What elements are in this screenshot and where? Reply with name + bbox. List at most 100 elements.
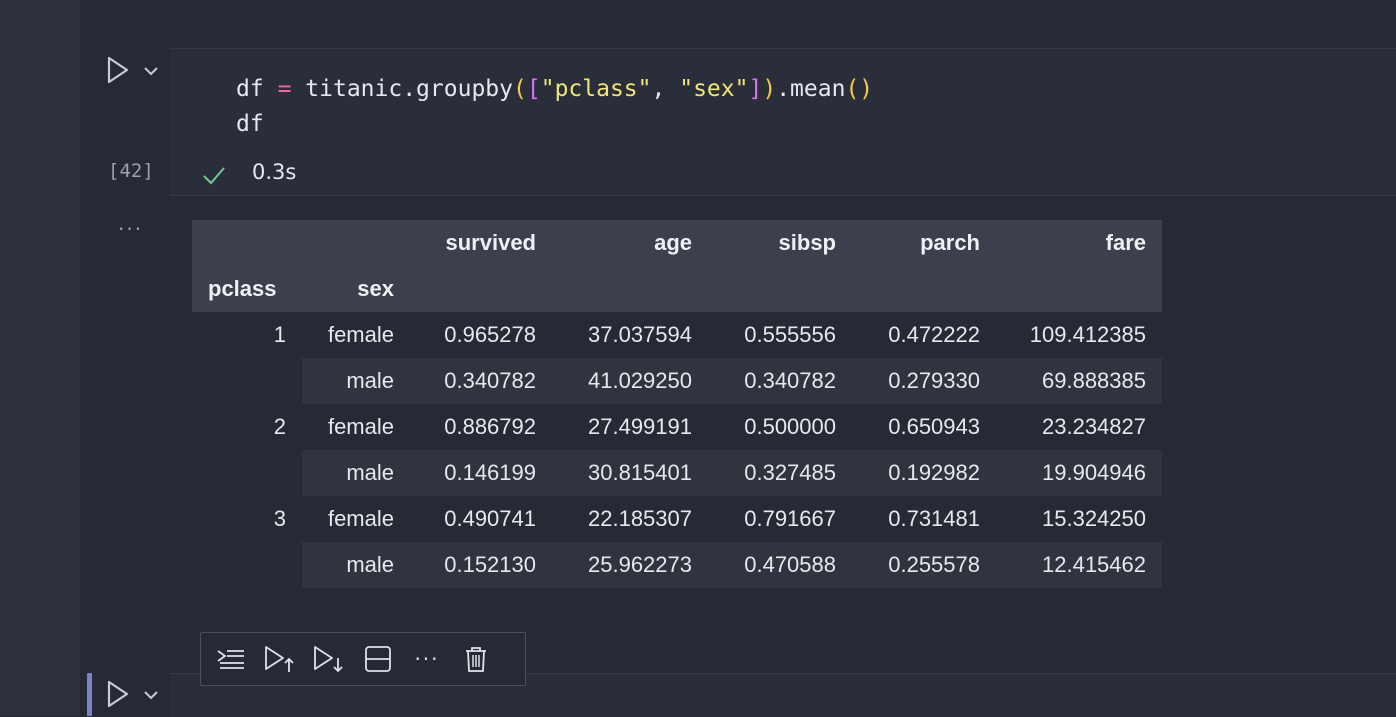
table-cell: 19.904946 [996, 450, 1162, 496]
index-sex: male [302, 450, 410, 496]
table-cell: 0.472222 [888, 322, 980, 347]
run-next-cell-button[interactable] [102, 678, 134, 710]
index-pclass: 3 [192, 496, 302, 542]
code-token: ( [513, 76, 527, 102]
code-token: ] [748, 76, 763, 102]
table-cell: 0.192982 [852, 450, 996, 496]
code-token: = [277, 76, 292, 102]
table-row: male 0.340782 41.029250 0.340782 0.27933… [192, 358, 1162, 404]
index-pclass [192, 450, 302, 496]
index-sex: male [302, 358, 410, 404]
play-icon [107, 56, 129, 84]
delete-cell-button[interactable] [458, 641, 494, 677]
code-token: .mean [776, 76, 846, 102]
run-cell-button[interactable] [102, 54, 134, 86]
index-sex: male [302, 542, 410, 588]
index-sex: female [327, 322, 394, 347]
run-below-icon [314, 646, 343, 673]
index-pclass [192, 542, 302, 588]
table-row: male 0.152130 25.962273 0.470588 0.25557… [192, 542, 1162, 588]
run-options-dropdown[interactable] [141, 61, 161, 81]
execute-above-button[interactable] [213, 641, 249, 677]
execution-time: 0.3s [252, 160, 297, 184]
more-icon: ··· [414, 647, 440, 671]
run-above-button[interactable] [262, 641, 298, 677]
table-cell: 0.555556 [744, 322, 836, 347]
table-cell: 37.037594 [588, 322, 692, 347]
table-cell: 69.888385 [996, 358, 1162, 404]
blank-header [302, 220, 410, 266]
index-pclass: 1 [192, 312, 302, 358]
run-options-dropdown[interactable] [141, 685, 161, 705]
table-row: 1 female 0.965278 37.037594 0.555556 0.4… [192, 312, 1162, 358]
table-cell: 0.470588 [708, 542, 852, 588]
check-icon [203, 167, 225, 185]
table-cell: 0.340782 [410, 358, 552, 404]
table-cell: 0.731481 [888, 506, 980, 531]
table-cell: 0.152130 [410, 542, 552, 588]
table-cell: 0.490741 [444, 506, 536, 531]
execution-count: [42] [108, 160, 154, 182]
table-cell: 0.146199 [410, 450, 552, 496]
table-cell: 30.815401 [552, 450, 708, 496]
table-cell: 22.185307 [588, 506, 692, 531]
chevron-down-icon [144, 691, 158, 700]
column-header: age [552, 220, 708, 266]
execute-above-icon [217, 650, 244, 669]
column-header: fare [996, 220, 1162, 266]
run-below-button[interactable] [311, 641, 347, 677]
blank-header [708, 266, 852, 312]
table-cell: 0.500000 [744, 414, 836, 439]
table-cell: 23.234827 [1042, 414, 1146, 439]
code-line-2: df [236, 111, 264, 137]
code-token: ( [845, 76, 860, 102]
chevron-down-icon [144, 67, 158, 76]
trash-icon [466, 647, 486, 672]
table-cell: 27.499191 [588, 414, 692, 439]
blank-header [852, 266, 996, 312]
column-header: sibsp [708, 220, 852, 266]
table-cell: 0.791667 [744, 506, 836, 531]
table-cell: 0.340782 [708, 358, 852, 404]
run-above-icon [265, 646, 294, 672]
code-token: df [236, 76, 264, 102]
code-token: ) [762, 76, 777, 102]
table-cell: 109.412385 [1029, 322, 1146, 347]
table-header-row: survived age sibsp parch fare [192, 220, 1162, 266]
table-cell: 0.327485 [708, 450, 852, 496]
cell-gutter [0, 0, 80, 716]
split-cell-icon [365, 646, 391, 672]
index-sex: female [327, 414, 394, 439]
column-header: parch [852, 220, 996, 266]
table-cell: 0.255578 [852, 542, 996, 588]
index-names-row: pclass sex [192, 266, 1162, 312]
active-cell-indicator [87, 673, 92, 716]
blank-header [996, 266, 1162, 312]
table-cell: 25.962273 [552, 542, 708, 588]
output-menu-button[interactable]: ··· [118, 217, 143, 241]
cell-toolbar: ··· [200, 632, 526, 686]
blank-header [410, 266, 552, 312]
code-editor-text[interactable]: df = titanic.groupby(["pclass", "sex"]).… [236, 72, 873, 142]
code-token: "pclass" [540, 76, 652, 102]
index-pclass: 2 [192, 404, 302, 450]
index-sex: female [327, 506, 394, 531]
table-cell: 0.650943 [888, 414, 980, 439]
code-token: titanic.groupby [305, 76, 513, 102]
play-icon [107, 680, 129, 708]
index-pclass [192, 358, 302, 404]
index-name: pclass [192, 266, 302, 312]
code-token: [ [526, 76, 541, 102]
table-cell: 0.965278 [444, 322, 536, 347]
more-actions-button[interactable]: ··· [409, 641, 445, 677]
dataframe-output-table: survived age sibsp parch fare pclass sex… [192, 220, 1162, 588]
split-cell-button[interactable] [360, 641, 396, 677]
blank-header [192, 220, 302, 266]
table-row: 3 female 0.490741 22.185307 0.791667 0.7… [192, 496, 1162, 542]
blank-header [552, 266, 708, 312]
code-token: ) [859, 76, 874, 102]
table-cell: 15.324250 [1042, 506, 1146, 531]
table-cell: 12.415462 [996, 542, 1162, 588]
table-row: 2 female 0.886792 27.499191 0.500000 0.6… [192, 404, 1162, 450]
column-header: survived [410, 220, 552, 266]
